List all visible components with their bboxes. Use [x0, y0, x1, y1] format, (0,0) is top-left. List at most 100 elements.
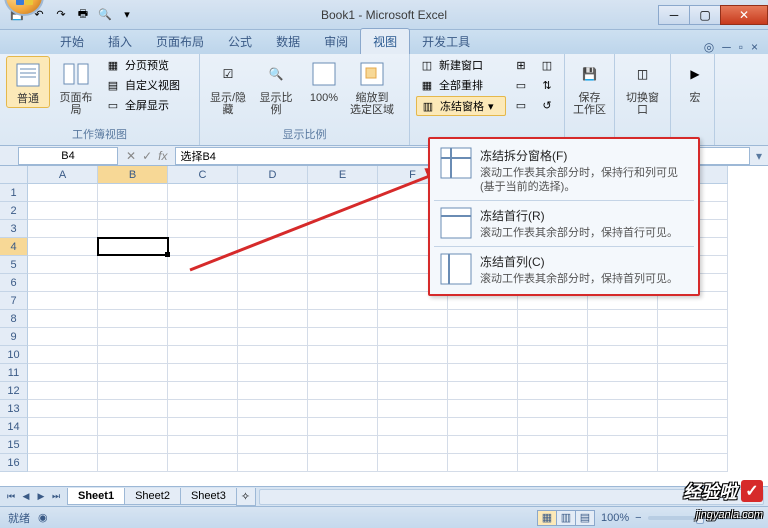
cell[interactable] — [448, 346, 518, 364]
cell[interactable] — [308, 202, 378, 220]
hide-button[interactable]: ▭ — [510, 76, 532, 94]
cell[interactable] — [98, 256, 168, 274]
cell[interactable] — [378, 382, 448, 400]
minimize-button[interactable]: ─ — [658, 5, 690, 25]
cell[interactable] — [308, 238, 378, 256]
cell[interactable] — [238, 436, 308, 454]
sheet-nav-next[interactable]: ▶ — [34, 490, 48, 504]
cell[interactable] — [378, 400, 448, 418]
row-header[interactable]: 2 — [0, 202, 28, 220]
cell[interactable] — [98, 364, 168, 382]
qat-dropdown-icon[interactable]: ▾ — [118, 6, 136, 24]
cell[interactable] — [238, 292, 308, 310]
cell[interactable] — [378, 310, 448, 328]
cell[interactable] — [658, 364, 728, 382]
sheet-nav-last[interactable]: ⏭ — [49, 490, 63, 504]
new-window-button[interactable]: ◫新建窗口 — [416, 56, 506, 74]
cell[interactable] — [168, 400, 238, 418]
cell[interactable] — [308, 184, 378, 202]
tab-insert[interactable]: 插入 — [96, 29, 144, 54]
sheet-tab-3[interactable]: Sheet3 — [180, 488, 237, 505]
cell[interactable] — [168, 274, 238, 292]
cell[interactable] — [98, 310, 168, 328]
cell[interactable] — [308, 292, 378, 310]
cell[interactable] — [448, 418, 518, 436]
cell[interactable] — [658, 328, 728, 346]
cell[interactable] — [98, 220, 168, 238]
column-header[interactable]: C — [168, 166, 238, 184]
cell[interactable] — [28, 346, 98, 364]
select-all-corner[interactable] — [0, 166, 28, 184]
print-preview-icon[interactable]: 🔍 — [96, 6, 114, 24]
custom-views-button[interactable]: ▤自定义视图 — [102, 76, 183, 94]
cell[interactable] — [168, 364, 238, 382]
cell[interactable] — [308, 256, 378, 274]
row-header[interactable]: 1 — [0, 184, 28, 202]
column-header[interactable]: B — [98, 166, 168, 184]
sheet-nav-prev[interactable]: ◀ — [19, 490, 33, 504]
normal-view-button[interactable]: 普通 — [6, 56, 50, 108]
zoom-100-button[interactable]: 100% — [302, 56, 346, 106]
cell[interactable] — [98, 436, 168, 454]
status-page-layout-view[interactable]: ▥ — [556, 510, 576, 526]
cell[interactable] — [448, 454, 518, 472]
cell[interactable] — [238, 382, 308, 400]
cell[interactable] — [238, 400, 308, 418]
cell[interactable] — [98, 454, 168, 472]
cell[interactable] — [378, 436, 448, 454]
row-header[interactable]: 13 — [0, 400, 28, 418]
enter-icon[interactable]: ✓ — [142, 149, 152, 163]
cell[interactable] — [28, 436, 98, 454]
zoom-button[interactable]: 🔍 显示比例 — [254, 56, 298, 118]
cell[interactable] — [308, 274, 378, 292]
cell[interactable] — [658, 454, 728, 472]
cell[interactable] — [98, 328, 168, 346]
cell[interactable] — [168, 238, 238, 256]
full-screen-button[interactable]: ▭全屏显示 — [102, 96, 183, 114]
cell[interactable] — [378, 346, 448, 364]
cell[interactable] — [238, 274, 308, 292]
status-page-break-view[interactable]: ▤ — [575, 510, 595, 526]
cell[interactable] — [518, 400, 588, 418]
row-header[interactable]: 5 — [0, 256, 28, 274]
sheet-tab-2[interactable]: Sheet2 — [124, 488, 181, 505]
arrange-all-button[interactable]: ▦全部重排 — [416, 76, 506, 94]
cell[interactable] — [238, 256, 308, 274]
cell[interactable] — [588, 400, 658, 418]
cell[interactable] — [518, 418, 588, 436]
cell[interactable] — [308, 220, 378, 238]
maximize-button[interactable]: ▢ — [689, 5, 721, 25]
cell[interactable] — [168, 382, 238, 400]
cancel-icon[interactable]: ✕ — [126, 149, 136, 163]
cell[interactable] — [28, 256, 98, 274]
column-header[interactable]: D — [238, 166, 308, 184]
cell[interactable] — [28, 418, 98, 436]
status-normal-view[interactable]: ▦ — [537, 510, 557, 526]
tab-review[interactable]: 审阅 — [312, 29, 360, 54]
cell[interactable] — [378, 454, 448, 472]
cell[interactable] — [448, 436, 518, 454]
cell[interactable] — [168, 418, 238, 436]
cell[interactable] — [168, 202, 238, 220]
row-header[interactable]: 8 — [0, 310, 28, 328]
cell[interactable] — [518, 364, 588, 382]
cell[interactable] — [588, 310, 658, 328]
cell[interactable] — [588, 346, 658, 364]
cell[interactable] — [588, 454, 658, 472]
cell[interactable] — [518, 346, 588, 364]
row-header[interactable]: 3 — [0, 220, 28, 238]
cell[interactable] — [658, 400, 728, 418]
row-header[interactable]: 12 — [0, 382, 28, 400]
macros-button[interactable]: ▶ 宏 — [677, 56, 713, 106]
cell[interactable] — [308, 364, 378, 382]
cell[interactable] — [238, 220, 308, 238]
cell[interactable] — [98, 418, 168, 436]
cell[interactable] — [238, 454, 308, 472]
row-header[interactable]: 7 — [0, 292, 28, 310]
freeze-first-col-item[interactable]: 冻结首列(C) 滚动工作表其余部分时，保持首列可见。 — [434, 249, 694, 290]
row-header[interactable]: 11 — [0, 364, 28, 382]
cell[interactable] — [588, 382, 658, 400]
zoom-level[interactable]: 100% — [601, 512, 629, 524]
macro-record-icon[interactable]: ◉ — [38, 511, 48, 524]
cell[interactable] — [98, 184, 168, 202]
